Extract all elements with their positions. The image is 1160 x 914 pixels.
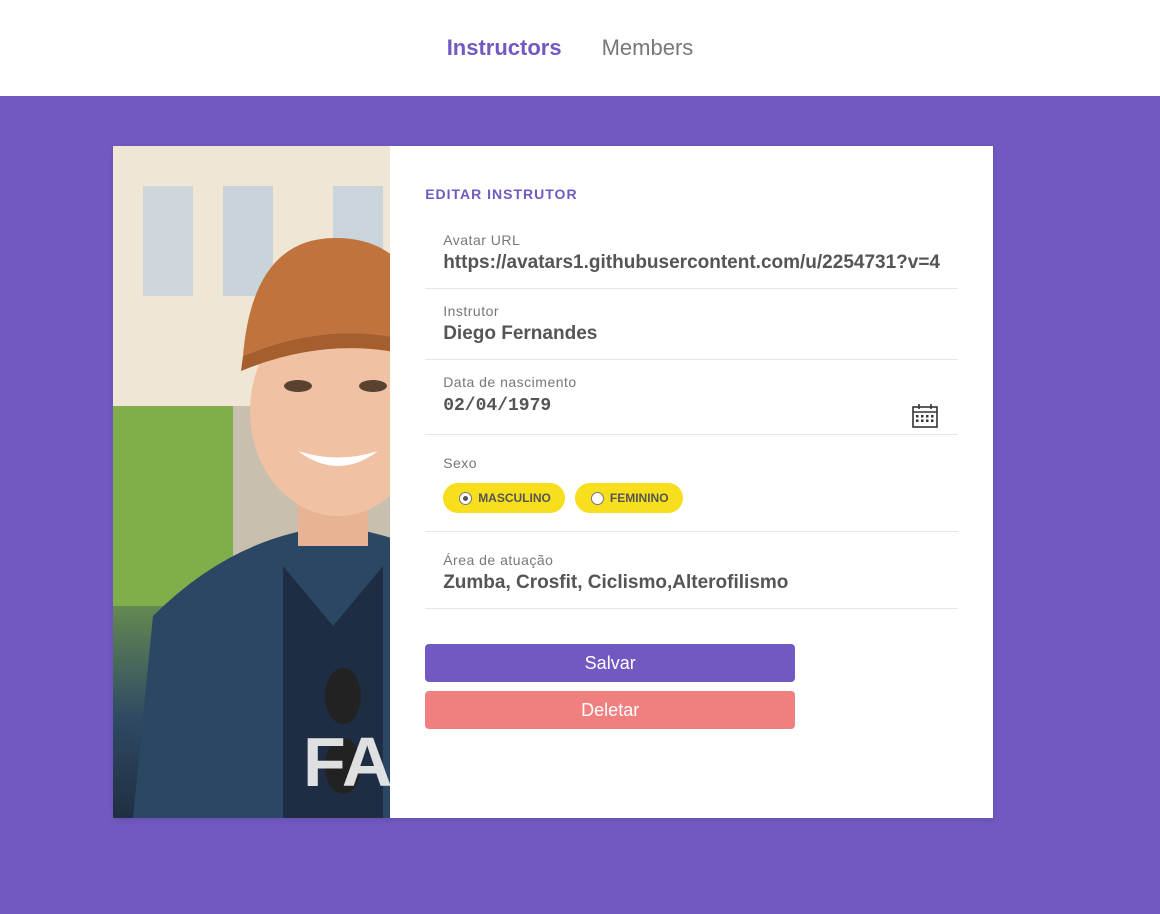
masculino-label: MASCULINO [478,491,551,505]
instructor-card: FAC EDITAR INSTRUTOR Avatar URL https://… [113,146,993,818]
radio-masculino[interactable] [459,491,473,505]
services-field: Área de atuação Zumba, Crosfit, Ciclismo… [425,532,958,609]
birth-label: Data de nascimento [443,374,577,390]
save-button[interactable]: Salvar [425,644,796,682]
name-field: Instrutor Diego Fernandes [425,289,958,360]
gender-option-feminino[interactable]: FEMININO [574,483,683,513]
edit-form: EDITAR INSTRUTOR Avatar URL https://avat… [390,146,993,818]
name-label: Instrutor [443,303,500,319]
nav-members[interactable]: Members [602,35,694,61]
instructor-avatar: FAC [113,146,391,818]
delete-button[interactable]: Deletar [425,691,796,729]
avatar-url-label: Avatar URL [443,232,521,248]
radio-feminino[interactable] [590,491,604,505]
name-input[interactable]: Diego Fernandes [443,323,940,345]
services-input[interactable]: Zumba, Crosfit, Ciclismo,Alterofilismo [443,572,940,594]
birth-field: Data de nascimento 02/04/1979 [425,360,958,435]
birth-input[interactable]: 02/04/1979 [443,396,940,416]
calendar-icon[interactable] [912,404,938,428]
nav-instructors[interactable]: Instructors [447,35,562,61]
avatar-url-field: Avatar URL https://avatars1.githubuserco… [425,218,958,289]
gender-field: Sexo MASCULINO FEMININO [425,435,958,532]
gender-option-masculino[interactable]: MASCULINO [443,483,565,513]
form-title: EDITAR INSTRUTOR [425,186,578,202]
avatar-url-input[interactable]: https://avatars1.githubusercontent.com/u… [443,252,940,274]
gender-label: Sexo [443,455,478,471]
services-label: Área de atuação [443,552,554,568]
avatar-photo: FAC [113,146,391,818]
svg-text:FAC: FAC [303,723,390,801]
top-nav: Instructors Members [0,0,1160,96]
gender-radio-group: MASCULINO FEMININO [443,483,940,513]
feminino-label: FEMININO [609,491,669,505]
